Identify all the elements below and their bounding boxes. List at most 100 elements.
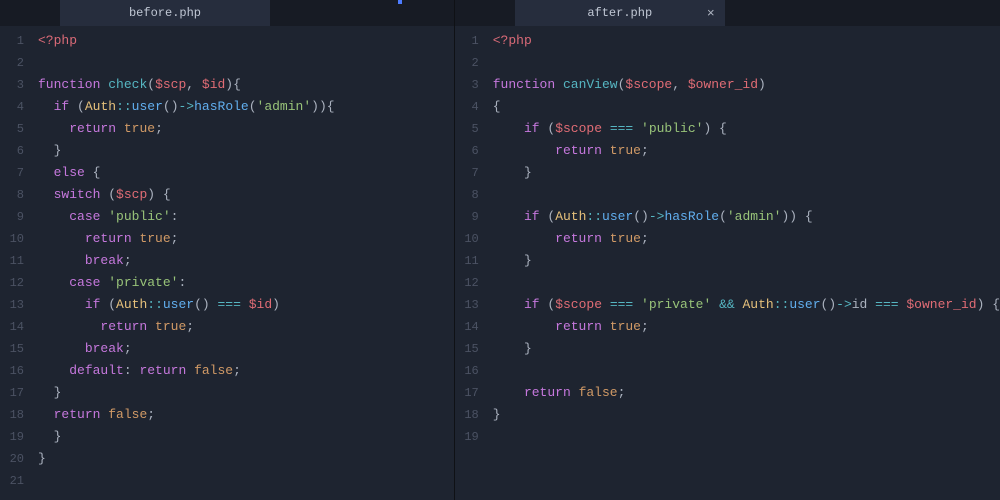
- code-line[interactable]: function canView($scope, $owner_id): [493, 74, 1000, 96]
- code-line[interactable]: [38, 52, 454, 74]
- code-line[interactable]: if ($scope === 'public') {: [493, 118, 1000, 140]
- line-number: 6: [0, 140, 24, 162]
- tabbar-left: before.php: [0, 0, 454, 26]
- token-kw: return: [555, 319, 602, 334]
- line-number: 16: [0, 360, 24, 382]
- line-number: 3: [455, 74, 479, 96]
- line-number: 19: [455, 426, 479, 448]
- tab-after-php[interactable]: after.php ×: [515, 0, 725, 26]
- code-line[interactable]: function check($scp, $id){: [38, 74, 454, 96]
- token-kw: case: [69, 209, 100, 224]
- tab-label: before.php: [129, 6, 201, 20]
- token-punc: ): [758, 77, 766, 92]
- code-line[interactable]: if ($scope === 'private' && Auth::user()…: [493, 294, 1000, 316]
- code-line[interactable]: }: [493, 404, 1000, 426]
- code-line[interactable]: break;: [38, 250, 454, 272]
- token-bool: true: [124, 121, 155, 136]
- code-line[interactable]: case 'public':: [38, 206, 454, 228]
- code-line[interactable]: [493, 52, 1000, 74]
- line-number: 12: [455, 272, 479, 294]
- code-line[interactable]: [493, 426, 1000, 448]
- code-line[interactable]: switch ($scp) {: [38, 184, 454, 206]
- token-var: $scope: [625, 77, 672, 92]
- code-line[interactable]: <?php: [38, 30, 454, 52]
- code-line[interactable]: {: [493, 96, 1000, 118]
- code-line[interactable]: }: [493, 250, 1000, 272]
- code-line[interactable]: <?php: [493, 30, 1000, 52]
- code-line[interactable]: }: [38, 382, 454, 404]
- code-line[interactable]: if (Auth::user() === $id): [38, 294, 454, 316]
- code-line[interactable]: }: [38, 140, 454, 162]
- code-line[interactable]: return true;: [38, 228, 454, 250]
- token-bool: false: [194, 363, 233, 378]
- token-plain: [602, 297, 610, 312]
- code-line[interactable]: if (Auth::user()->hasRole('admin')) {: [493, 206, 1000, 228]
- token-bool: false: [579, 385, 618, 400]
- token-punc: ;: [641, 231, 649, 246]
- line-number: 21: [0, 470, 24, 492]
- token-op: ->: [179, 99, 195, 114]
- token-plain: [493, 209, 524, 224]
- token-punc: }: [493, 407, 501, 422]
- token-kw: return: [85, 231, 132, 246]
- token-punc: }: [524, 253, 532, 268]
- token-plain: [493, 121, 524, 136]
- gutter-left: 123456789101112131415161718192021: [0, 30, 34, 500]
- token-method: hasRole: [664, 209, 719, 224]
- token-punc: }: [54, 385, 62, 400]
- editor-right[interactable]: 12345678910111213141516171819 <?php func…: [455, 26, 1000, 500]
- code-line[interactable]: [493, 272, 1000, 294]
- line-number: 10: [0, 228, 24, 250]
- code-line[interactable]: [493, 360, 1000, 382]
- code-line[interactable]: if (Auth::user()->hasRole('admin')){: [38, 96, 454, 118]
- token-kw: if: [524, 121, 540, 136]
- code-line[interactable]: }: [38, 426, 454, 448]
- code-line[interactable]: }: [493, 162, 1000, 184]
- token-var: $owner_id: [906, 297, 976, 312]
- line-number: 5: [0, 118, 24, 140]
- token-bool: false: [108, 407, 147, 422]
- code-line[interactable]: [38, 470, 454, 492]
- token-plain: [38, 297, 85, 312]
- close-icon[interactable]: ×: [707, 6, 715, 21]
- token-plain: [493, 165, 524, 180]
- code-right[interactable]: <?php function canView($scope, $owner_id…: [489, 30, 1000, 500]
- token-punc: {: [93, 165, 101, 180]
- code-line[interactable]: }: [38, 448, 454, 470]
- code-line[interactable]: return true;: [38, 118, 454, 140]
- code-line[interactable]: default: return false;: [38, 360, 454, 382]
- token-kw: return: [555, 143, 602, 158]
- code-line[interactable]: return false;: [38, 404, 454, 426]
- editor-left[interactable]: 123456789101112131415161718192021 <?php …: [0, 26, 454, 500]
- code-left[interactable]: <?php function check($scp, $id){ if (Aut…: [34, 30, 454, 500]
- code-line[interactable]: case 'private':: [38, 272, 454, 294]
- token-punc: ;: [155, 121, 163, 136]
- line-number: 15: [455, 338, 479, 360]
- token-kw: if: [85, 297, 101, 312]
- token-str: 'private': [641, 297, 711, 312]
- code-line[interactable]: }: [493, 338, 1000, 360]
- code-line[interactable]: break;: [38, 338, 454, 360]
- token-plain: [38, 209, 69, 224]
- token-punc: ) {: [703, 121, 726, 136]
- token-plain: [38, 231, 85, 246]
- token-kw: if: [54, 99, 70, 114]
- code-line[interactable]: return true;: [493, 316, 1000, 338]
- token-kw: function: [38, 77, 100, 92]
- code-line[interactable]: else {: [38, 162, 454, 184]
- token-plain: [38, 385, 54, 400]
- token-punc: )){: [311, 99, 334, 114]
- line-number: 16: [455, 360, 479, 382]
- token-str: 'admin': [257, 99, 312, 114]
- code-line[interactable]: [493, 184, 1000, 206]
- code-line[interactable]: return true;: [38, 316, 454, 338]
- token-kw: break: [85, 341, 124, 356]
- code-line[interactable]: return true;: [493, 228, 1000, 250]
- token-op: &&: [719, 297, 735, 312]
- code-line[interactable]: return true;: [493, 140, 1000, 162]
- code-line[interactable]: return false;: [493, 382, 1000, 404]
- tab-before-php[interactable]: before.php: [60, 0, 270, 26]
- line-number: 12: [0, 272, 24, 294]
- token-punc: (): [194, 297, 217, 312]
- editor-split: before.php 12345678910111213141516171819…: [0, 0, 1000, 500]
